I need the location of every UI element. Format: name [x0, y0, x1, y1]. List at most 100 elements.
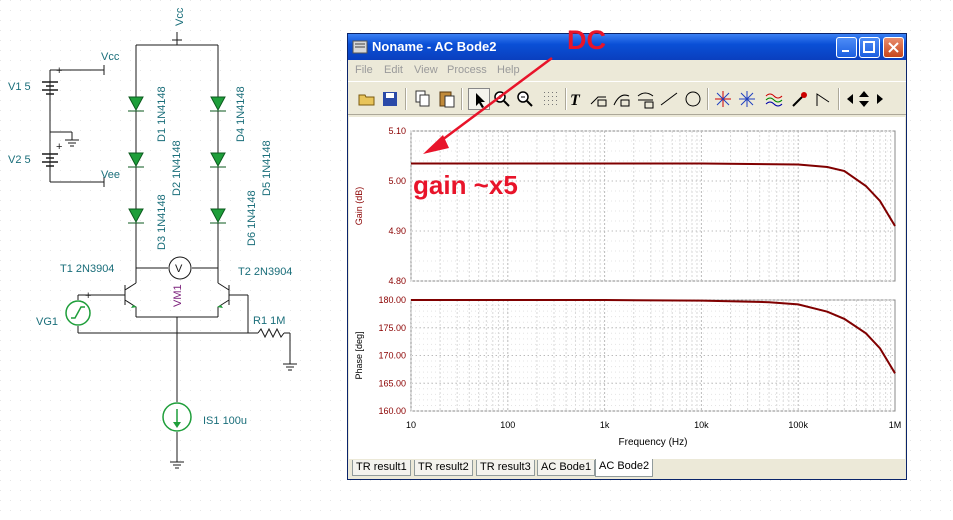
copy-icon — [415, 90, 430, 107]
tab-ac-bode2[interactable]: AC Bode2 — [595, 459, 654, 477]
phase-ylabel: Phase [deg] — [354, 331, 364, 379]
waves-icon — [765, 93, 783, 107]
menu-view[interactable]: View — [414, 64, 438, 76]
vg1-plus-label: + — [85, 290, 91, 302]
close-button[interactable] — [883, 37, 904, 58]
arrow-left-button[interactable] — [844, 88, 856, 110]
result-tabs: TR result1 TR result2 TR result3 AC Bode… — [348, 459, 906, 479]
toolbar-separator — [461, 88, 463, 110]
d2-label: D2 1N4148 — [171, 140, 183, 196]
save-icon — [383, 92, 397, 106]
grid-button[interactable] — [540, 88, 562, 110]
cursor-b-button[interactable] — [736, 88, 758, 110]
menu-edit[interactable]: Edit — [384, 64, 403, 76]
menu-file[interactable]: File — [355, 64, 373, 76]
toolbar-separator — [838, 88, 840, 110]
axis-label-icon — [637, 92, 654, 109]
arrow-right-button[interactable] — [874, 88, 886, 110]
annotation-gain: gain ~x5 — [413, 170, 518, 200]
line-icon — [660, 92, 678, 106]
minimize-icon — [842, 50, 849, 52]
line-button[interactable] — [658, 88, 680, 110]
phase-ytick-label: 165.00 — [378, 378, 406, 388]
vee-supply-label: Vee — [101, 169, 120, 181]
text-icon: T — [570, 92, 581, 109]
step-icon — [816, 93, 830, 106]
tab-tr-result1[interactable]: TR result1 — [352, 460, 411, 476]
bode-plot-area[interactable]: 5.10 5.00 4.90 4.80 Gain (dB) 180.00 175.00 170… — [349, 117, 905, 459]
annotation-dc: DC — [567, 25, 606, 55]
menu-bar: File Edit View Process Help — [348, 60, 906, 80]
text-button[interactable]: T — [564, 88, 586, 110]
zoom-out-button[interactable] — [514, 88, 536, 110]
zoom-in-button[interactable] — [491, 88, 513, 110]
title-bar[interactable]: Noname - AC Bode2 — [348, 34, 906, 60]
curve-label-icon — [613, 94, 630, 107]
gain-ytick-label: 5.10 — [388, 126, 406, 136]
voltmeter-label: V — [175, 263, 183, 275]
is1-label: IS1 100u — [203, 415, 247, 427]
bode-window: Noname - AC Bode2 File Edit View Process… — [347, 33, 907, 480]
phase-ytick-label: 175.00 — [378, 323, 406, 333]
zoom-out-icon — [517, 91, 533, 107]
gain-frame — [410, 130, 896, 282]
xtick-label: 1k — [600, 420, 610, 430]
circle-icon — [685, 91, 701, 107]
cursor-a-button[interactable] — [712, 88, 734, 110]
waves-button[interactable] — [763, 88, 785, 110]
toolbar-separator — [707, 88, 709, 110]
axis-label-button[interactable] — [635, 88, 657, 110]
d6-label: D6 1N4148 — [246, 190, 258, 246]
bode-plot[interactable]: 5.10 5.00 4.90 4.80 Gain (dB) 180.00 175.00 170… — [349, 117, 905, 459]
gain-ytick-label: 5.00 — [388, 176, 406, 186]
open-button[interactable] — [356, 88, 378, 110]
arrow-updown-icon — [859, 91, 869, 107]
label-icon — [590, 96, 607, 107]
vcc-supply-label: Vcc — [101, 51, 120, 63]
xtick-label: 10 — [406, 420, 416, 430]
xtick-label: 1M — [889, 420, 902, 430]
grid-icon — [544, 92, 557, 105]
arrow-left-icon — [847, 94, 853, 104]
phase-ytick-label: 160.00 — [378, 406, 406, 416]
step-button[interactable] — [813, 88, 835, 110]
gain-ylabel: Gain (dB) — [354, 187, 364, 226]
menu-help[interactable]: Help — [497, 64, 520, 76]
circle-button[interactable] — [682, 88, 704, 110]
tab-ac-bode1[interactable]: AC Bode1 — [537, 460, 596, 476]
d3-label: D3 1N4148 — [156, 194, 168, 250]
minimize-button[interactable] — [836, 37, 857, 58]
curve-label-button[interactable] — [611, 88, 633, 110]
v2-plus-label: + — [56, 141, 62, 153]
copy-button[interactable] — [412, 88, 434, 110]
tab-tr-result2[interactable]: TR result2 — [414, 460, 473, 476]
zoom-in-icon — [494, 91, 510, 107]
cursor-b-icon — [739, 91, 755, 107]
window-title: Noname - AC Bode2 — [372, 39, 497, 54]
vcc-top-label: Vcc — [174, 7, 186, 26]
eyedropper-button[interactable] — [788, 88, 810, 110]
phase-ytick-label: 180.00 — [378, 295, 406, 305]
save-button[interactable] — [379, 88, 401, 110]
toolbar-separator — [405, 88, 407, 110]
open-icon — [358, 94, 375, 106]
paste-button[interactable] — [436, 88, 458, 110]
t1-label: T1 2N3904 — [60, 263, 114, 275]
paste-icon — [439, 91, 455, 108]
cursor-a-icon — [715, 91, 731, 107]
toolbar: T — [348, 81, 906, 115]
menu-process[interactable]: Process — [447, 64, 487, 76]
maximize-icon — [863, 41, 875, 53]
label-button[interactable] — [588, 88, 610, 110]
maximize-button[interactable] — [859, 37, 880, 58]
circuit-schematic: Vcc Vcc Vee V1 5 V2 5 + + + D1 1N4148 D2… — [8, 7, 297, 469]
phase-xlabel: Frequency (Hz) — [619, 437, 688, 448]
app-icon — [352, 40, 368, 54]
v1-label: V1 5 — [8, 81, 31, 93]
v2-label: V2 5 — [8, 154, 31, 166]
tab-tr-result3[interactable]: TR result3 — [476, 460, 535, 476]
arrow-updown-button[interactable] — [856, 88, 872, 110]
xtick-label: 100 — [500, 420, 515, 430]
pointer-button[interactable] — [468, 88, 490, 110]
gain-ytick-label: 4.80 — [388, 276, 406, 286]
